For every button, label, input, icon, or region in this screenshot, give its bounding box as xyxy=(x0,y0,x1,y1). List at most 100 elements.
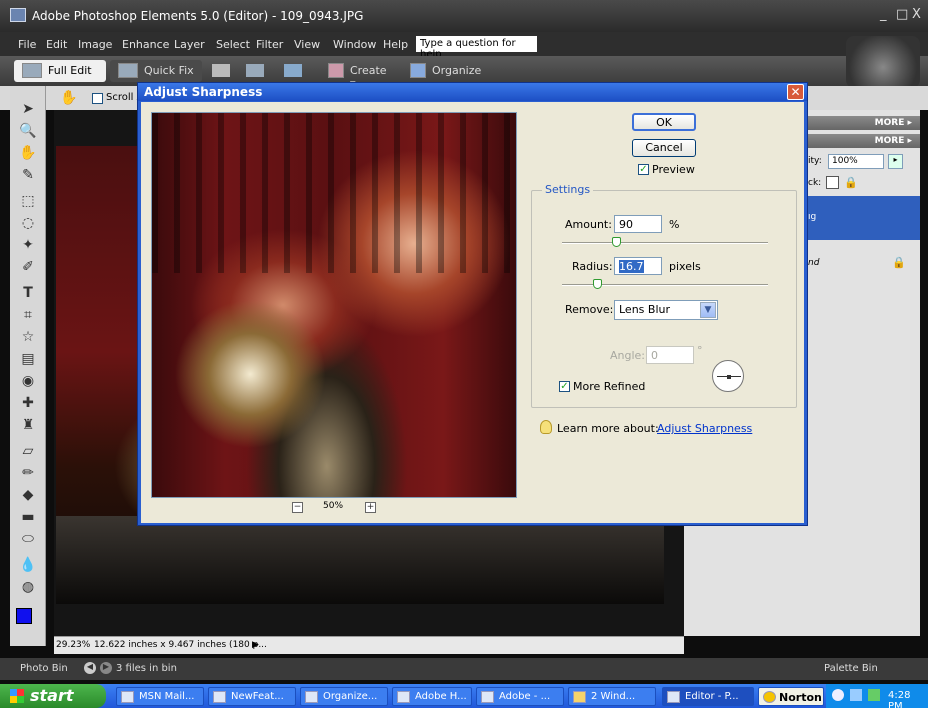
preview-label: Preview xyxy=(652,163,695,176)
prev-photo-icon[interactable]: ◀ xyxy=(84,662,96,674)
hand-tool-icon[interactable]: ✋ xyxy=(18,144,38,162)
folder-icon xyxy=(573,691,586,703)
eyedropper-tool-icon[interactable]: ✎ xyxy=(18,166,38,184)
amount-slider-thumb[interactable] xyxy=(611,237,621,247)
help-search-input[interactable]: Type a question for help xyxy=(416,36,537,60)
cancel-button[interactable]: Cancel xyxy=(632,139,696,157)
next-photo-icon[interactable]: ▶ xyxy=(100,662,112,674)
menu-file[interactable]: File xyxy=(18,38,36,51)
maximize-button[interactable]: □ xyxy=(896,7,908,22)
norton-button[interactable]: Norton xyxy=(758,687,824,706)
cookie-cutter-tool-icon[interactable]: ☆ xyxy=(18,328,38,346)
start-button[interactable]: start xyxy=(0,684,106,708)
menu-help[interactable]: Help xyxy=(383,38,408,51)
more-refined-checkbox[interactable]: ✓ xyxy=(559,381,570,392)
opacity-dropdown-icon[interactable]: ▸ xyxy=(888,154,903,169)
eraser-tool-icon[interactable]: ▱ xyxy=(18,442,38,460)
task-adobe-browser[interactable]: Adobe - ... xyxy=(476,687,564,706)
blur-tool-icon[interactable]: 💧 xyxy=(18,556,38,574)
title-bar: Adobe Photoshop Elements 5.0 (Editor) - … xyxy=(0,0,928,32)
foreground-color-swatch[interactable] xyxy=(16,608,32,624)
menu-image[interactable]: Image xyxy=(78,38,112,51)
healing-brush-tool-icon[interactable]: ✚ xyxy=(18,394,38,412)
lock-transparency-icon[interactable] xyxy=(826,176,839,189)
crop-tool-icon[interactable]: ⌗ xyxy=(18,306,38,324)
type-tool-icon[interactable]: T xyxy=(18,284,38,302)
photo-bin-label[interactable]: Photo Bin xyxy=(20,663,68,674)
opacity-field[interactable]: 100% xyxy=(828,154,884,169)
windows-logo-icon xyxy=(10,689,24,703)
straighten-tool-icon[interactable]: ▤ xyxy=(18,350,38,368)
ok-button[interactable]: OK xyxy=(632,113,696,131)
chevron-down-icon[interactable]: ▼ xyxy=(700,302,716,318)
task-label: 2 Wind... xyxy=(591,691,636,702)
pencil-tool-icon[interactable]: ✏ xyxy=(18,464,38,482)
task-editor[interactable]: Editor - P... xyxy=(662,687,754,706)
menu-layer[interactable]: Layer xyxy=(174,38,205,51)
dialog-close-icon[interactable]: ✕ xyxy=(787,84,804,100)
radius-input[interactable]: 16.7 xyxy=(614,257,662,275)
remove-select[interactable]: Lens Blur ▼ xyxy=(614,300,718,320)
angle-dial[interactable] xyxy=(712,360,744,392)
status-bar: 29.23% 12.622 inches x 9.467 inches (180… xyxy=(54,636,684,654)
print-icon[interactable] xyxy=(212,64,230,77)
lock-all-icon[interactable]: 🔒 xyxy=(844,176,858,189)
shape-tool-icon[interactable]: ⬭ xyxy=(18,530,38,548)
menu-window[interactable]: Window xyxy=(333,38,376,51)
task-newfeat[interactable]: NewFeat... xyxy=(208,687,296,706)
quick-fix-label: Quick Fix xyxy=(144,64,194,77)
paint-bucket-tool-icon[interactable]: ◆ xyxy=(18,486,38,504)
amount-input[interactable]: 90 xyxy=(614,215,662,233)
norton-label: Norton xyxy=(779,691,822,704)
zoom-out-icon[interactable]: − xyxy=(292,502,303,513)
menu-enhance[interactable]: Enhance xyxy=(122,38,169,51)
zoom-tool-icon[interactable]: 🔍 xyxy=(18,122,38,140)
task-adobe-help[interactable]: Adobe H... xyxy=(392,687,472,706)
menu-filter[interactable]: Filter xyxy=(256,38,283,51)
quick-fix-tab[interactable]: Quick Fix xyxy=(110,60,202,82)
menu-edit[interactable]: Edit xyxy=(46,38,67,51)
angle-input[interactable]: 0 xyxy=(646,346,694,364)
task-windows-group[interactable]: 2 Wind... xyxy=(568,687,656,706)
dialog-title: Adjust Sharpness xyxy=(138,83,807,101)
preview-image[interactable] xyxy=(151,112,517,498)
tray-msn-icon[interactable] xyxy=(868,689,880,701)
create-button[interactable]: Create ▾ xyxy=(322,60,400,90)
document-size: 12.622 inches x 9.467 inches (180 p... xyxy=(94,640,267,650)
adjust-sharpness-dialog: Adjust Sharpness ✕ − 50% + OK Cancel ✓ P… xyxy=(137,82,808,526)
share-icon[interactable] xyxy=(246,64,264,77)
magic-wand-tool-icon[interactable]: ✦ xyxy=(18,236,38,254)
preview-checkbox[interactable]: ✓ xyxy=(638,164,649,175)
zoom-level[interactable]: 29.23% xyxy=(56,640,90,650)
task-organize[interactable]: Organize... xyxy=(300,687,388,706)
menu-view[interactable]: View xyxy=(294,38,320,51)
gradient-tool-icon[interactable]: ▬ xyxy=(18,508,38,526)
palette-bin-toggle[interactable]: Palette Bin xyxy=(824,663,878,674)
word-icon xyxy=(213,691,226,703)
sponge-tool-icon[interactable]: ◍ xyxy=(18,578,38,596)
task-msn-mail[interactable]: MSN Mail... xyxy=(116,687,204,706)
radius-slider-thumb[interactable] xyxy=(593,279,603,289)
help-icon xyxy=(397,691,410,703)
amount-slider-track[interactable] xyxy=(562,242,768,244)
order-prints-icon[interactable] xyxy=(284,64,302,77)
tray-arrow-icon[interactable] xyxy=(832,689,844,701)
status-menu-arrow-icon[interactable]: ▶ xyxy=(252,640,259,650)
full-edit-tab[interactable]: Full Edit xyxy=(14,60,106,82)
organize-button[interactable]: Organize xyxy=(404,60,481,82)
move-tool-icon[interactable]: ➤ xyxy=(18,100,38,118)
clone-stamp-tool-icon[interactable]: ♜ xyxy=(18,416,38,434)
zoom-in-icon[interactable]: + xyxy=(365,502,376,513)
marquee-tool-icon[interactable]: ⬚ xyxy=(18,192,38,210)
selection-brush-tool-icon[interactable]: ✐ xyxy=(18,258,38,276)
red-eye-tool-icon[interactable]: ◉ xyxy=(18,372,38,390)
lasso-tool-icon[interactable]: ◌ xyxy=(18,214,38,232)
close-button[interactable]: X xyxy=(912,7,921,22)
minimize-button[interactable]: _ xyxy=(880,7,887,22)
menu-select[interactable]: Select xyxy=(216,38,250,51)
tray-network-icon[interactable] xyxy=(850,689,862,701)
more-refined-label: More Refined xyxy=(573,380,646,393)
app-icon xyxy=(10,8,26,22)
scroll-all-checkbox[interactable] xyxy=(92,93,103,104)
learn-more-link[interactable]: Adjust Sharpness xyxy=(657,422,752,435)
